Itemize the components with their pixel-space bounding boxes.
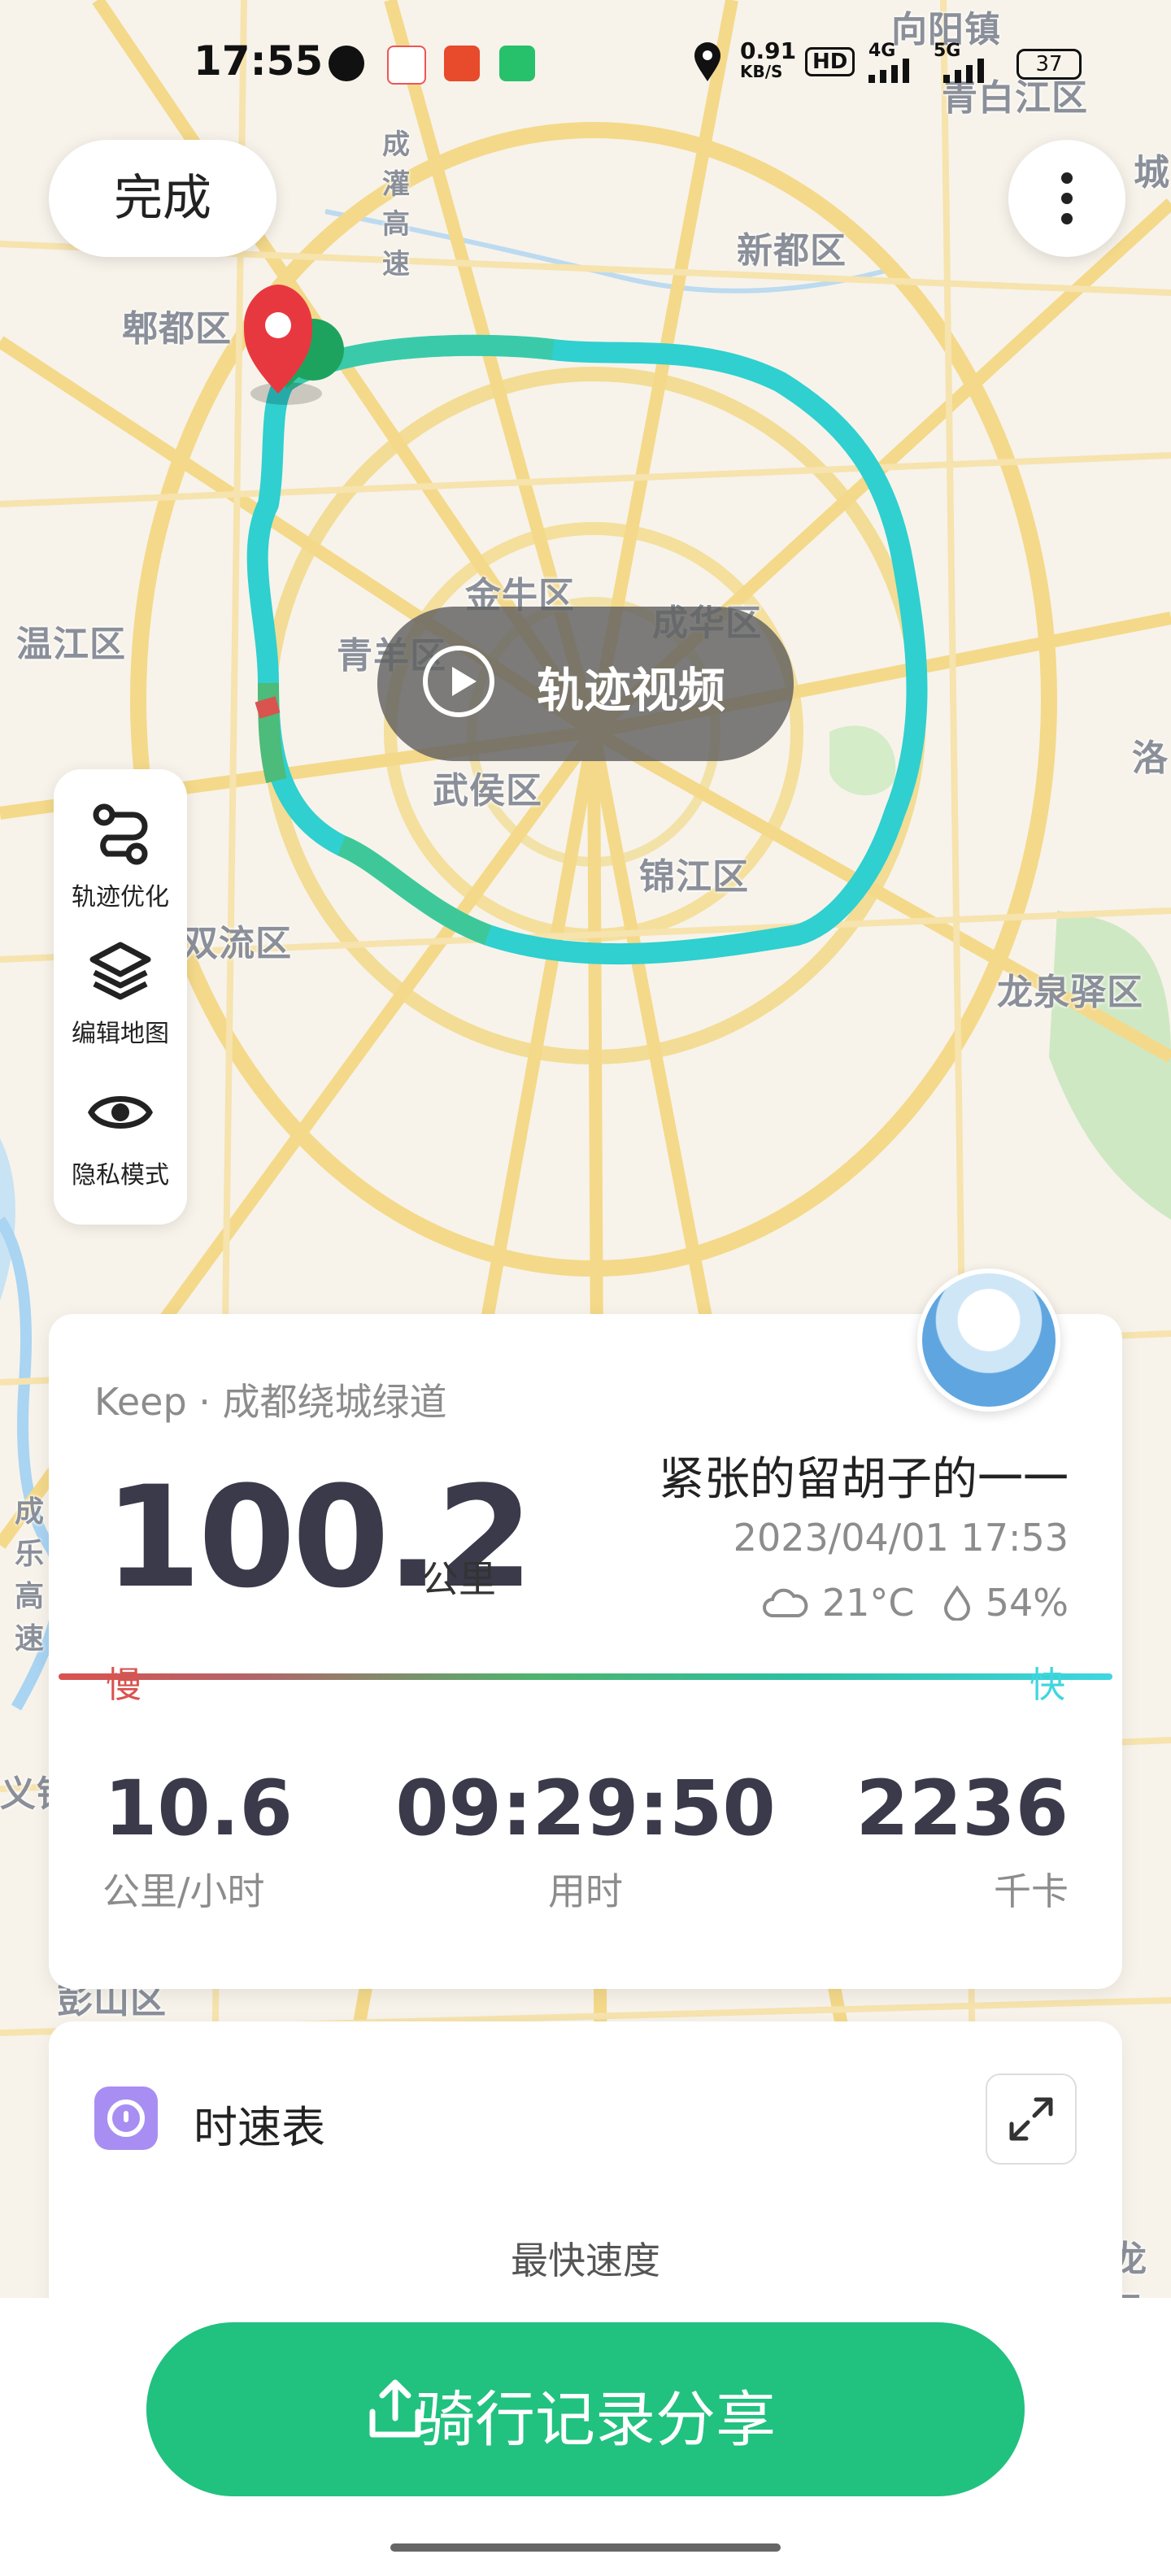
wechat-icon bbox=[329, 46, 364, 81]
message-app-icon bbox=[499, 46, 535, 81]
district-label: 温江区 bbox=[16, 624, 126, 665]
slow-label: 慢 bbox=[106, 1664, 141, 1706]
tool-label: 轨迹优化 bbox=[72, 883, 169, 912]
district-label: 龙泉驿区 bbox=[997, 972, 1143, 1013]
ting-app-icon bbox=[444, 46, 480, 81]
hd-badge: HD bbox=[805, 47, 855, 76]
play-icon bbox=[423, 646, 494, 717]
humidity: 54% bbox=[985, 1581, 1069, 1625]
speed-color-legend bbox=[59, 1673, 1112, 1680]
track-video-button[interactable]: 轨迹视频 bbox=[377, 607, 794, 761]
district-label: 锦江区 bbox=[639, 856, 749, 898]
battery-icon: 37 bbox=[1016, 49, 1082, 80]
signal-bars-icon bbox=[868, 59, 909, 83]
tool-label: 隐私模式 bbox=[72, 1161, 169, 1190]
location-icon bbox=[694, 42, 720, 81]
map-toolbox: 轨迹优化 编辑地图 隐私模式 bbox=[54, 769, 187, 1225]
ride-datetime: 2023/04/01 17:53 bbox=[733, 1516, 1069, 1560]
tool-edit-map[interactable]: 编辑地图 bbox=[54, 938, 187, 1049]
route-name: Keep · 成都绕城绿道 bbox=[94, 1380, 447, 1424]
battery-level: 37 bbox=[1035, 52, 1063, 76]
status-bar: 17:55 0.91 KB/S HD 4G 5G 37 bbox=[0, 0, 1171, 122]
weather-info: 21°C 54% bbox=[761, 1581, 1069, 1625]
fastest-speed-label: 最快速度 bbox=[511, 2239, 660, 2282]
cloud-icon bbox=[763, 1588, 808, 1617]
district-label: 双流区 bbox=[182, 923, 292, 964]
district-label: 成乐高速 bbox=[15, 1495, 46, 1656]
eye-icon bbox=[88, 1096, 153, 1129]
expand-icon bbox=[1009, 2097, 1053, 2141]
fast-label: 快 bbox=[1030, 1664, 1065, 1706]
status-time: 17:55 bbox=[194, 37, 324, 85]
district-label: 城 bbox=[1134, 152, 1170, 194]
signal-bars-icon bbox=[943, 59, 984, 83]
humidity-icon bbox=[944, 1585, 971, 1621]
district-label: 洛 bbox=[1132, 738, 1169, 779]
tool-route-optimize[interactable]: 轨迹优化 bbox=[54, 802, 187, 912]
speedometer-title: 时速表 bbox=[194, 2102, 325, 2153]
temperature: 21°C bbox=[821, 1581, 915, 1625]
more-button[interactable] bbox=[1008, 140, 1125, 257]
expand-button[interactable] bbox=[986, 2073, 1077, 2165]
tool-privacy-mode[interactable]: 隐私模式 bbox=[54, 1080, 187, 1190]
route-icon bbox=[93, 803, 148, 865]
calories-label: 千卡 bbox=[994, 1869, 1069, 1913]
home-indicator[interactable] bbox=[390, 2543, 781, 2552]
tool-label: 编辑地图 bbox=[72, 1020, 169, 1048]
district-label: 郫都区 bbox=[122, 308, 232, 350]
distance-unit: 公里 bbox=[421, 1557, 496, 1601]
calendar-icon bbox=[387, 46, 426, 85]
user-name: 紧张的留胡子的一一 bbox=[659, 1453, 1069, 1506]
highway-label: 成灌高速 bbox=[382, 128, 411, 281]
net-speed: 0.91 bbox=[740, 37, 797, 64]
district-label: 新都区 bbox=[737, 230, 847, 272]
share-ride-label: 骑行记录分享 bbox=[415, 2385, 776, 2455]
calories-value: 2236 bbox=[855, 1764, 1069, 1853]
district-label: 武侯区 bbox=[433, 770, 542, 812]
share-ride-button[interactable]: 骑行记录分享 bbox=[146, 2322, 1025, 2496]
layers-icon bbox=[89, 942, 151, 1000]
net-speed-unit: KB/S bbox=[740, 62, 783, 81]
avatar[interactable] bbox=[917, 1268, 1060, 1412]
track-video-label: 轨迹视频 bbox=[537, 663, 726, 718]
speedometer-icon bbox=[94, 2086, 158, 2150]
done-button[interactable]: 完成 bbox=[49, 140, 276, 257]
